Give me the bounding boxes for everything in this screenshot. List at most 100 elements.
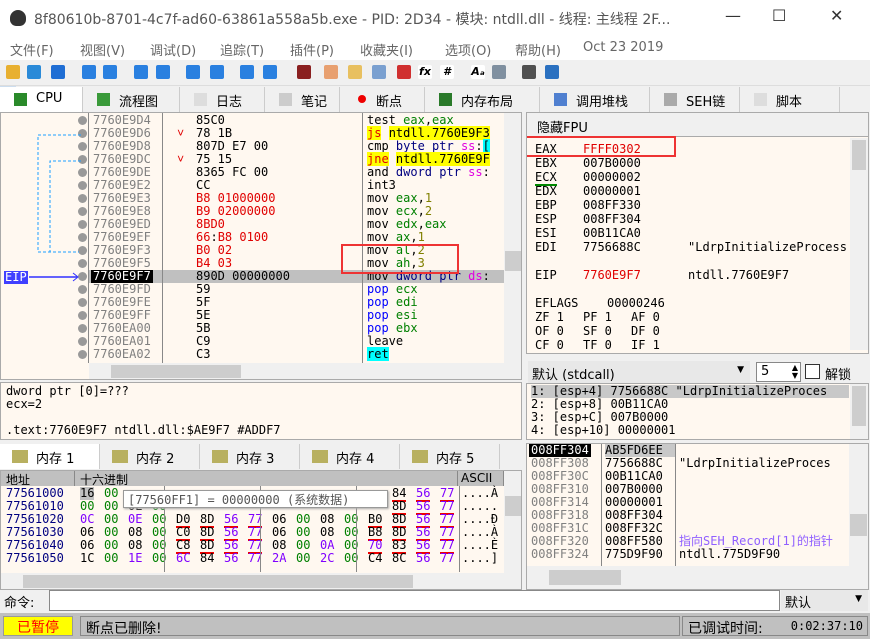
stack-arg-row[interactable]: 4: [esp+10] 00000001 bbox=[531, 424, 849, 437]
calculator-icon[interactable] bbox=[522, 65, 536, 79]
hex-byte[interactable]: 00 bbox=[104, 552, 118, 565]
hex-byte[interactable]: 00 bbox=[296, 552, 310, 565]
col-header-hex[interactable]: 十六进制 bbox=[75, 471, 458, 487]
hex-byte[interactable]: 56 bbox=[224, 552, 238, 565]
call-convention-select[interactable]: 默认 (stdcall) ▼ bbox=[528, 361, 750, 383]
registers-vscrollbar[interactable] bbox=[850, 138, 868, 350]
bookmark-icon[interactable] bbox=[397, 65, 411, 79]
menu-2[interactable]: 调试(D) bbox=[150, 40, 196, 59]
register-value[interactable]: 008FF330 bbox=[583, 199, 641, 212]
menu-1[interactable]: 视图(V) bbox=[80, 40, 125, 59]
trace-over-icon[interactable] bbox=[210, 65, 224, 79]
stack-hscrollbar[interactable] bbox=[527, 566, 868, 589]
hex-byte[interactable]: 56 bbox=[416, 552, 430, 565]
register-row[interactable]: ESI 00B11CA0 bbox=[535, 227, 855, 240]
hex-byte[interactable]: 2A bbox=[272, 552, 286, 565]
command-input[interactable] bbox=[49, 590, 780, 611]
hex-byte[interactable]: 8C bbox=[392, 552, 406, 565]
register-value[interactable]: 7760E9F7 bbox=[583, 269, 641, 282]
flag[interactable]: PF 1 bbox=[583, 311, 612, 324]
register-row[interactable]: EBX 007B0000 bbox=[535, 157, 855, 170]
comment-icon[interactable] bbox=[348, 65, 362, 79]
flag[interactable]: IF 1 bbox=[631, 339, 660, 352]
tab-tree[interactable]: 流程图 bbox=[83, 87, 180, 112]
trace-into-icon[interactable] bbox=[186, 65, 200, 79]
memory-hscrollbar[interactable] bbox=[1, 573, 521, 589]
memory-tab-3[interactable]: 内存 3 bbox=[200, 444, 300, 469]
registers-pane[interactable]: 隐藏FPU EAX FFFF0302 EBX 007B0000 ECX 00000002 E… bbox=[526, 112, 869, 354]
register-value[interactable]: 007B0000 bbox=[583, 157, 641, 170]
stack-args-pane[interactable]: 1: [esp+4] 7756688C "LdrpInitializeProce… bbox=[526, 383, 869, 440]
run-to-user-code-icon[interactable] bbox=[263, 65, 277, 79]
memory-tab-2[interactable]: 内存 2 bbox=[100, 444, 200, 469]
pause-icon[interactable] bbox=[103, 65, 117, 79]
flag[interactable]: CF 0 bbox=[535, 339, 564, 352]
globe-icon[interactable] bbox=[545, 65, 559, 79]
menu-5[interactable]: 收藏夹(I) bbox=[360, 40, 413, 59]
tab-breakpoint[interactable]: 断点 bbox=[340, 87, 425, 112]
col-header-address[interactable]: 地址 bbox=[1, 471, 75, 487]
minimize-button[interactable]: — bbox=[725, 6, 741, 25]
hide-fpu-button[interactable]: 隐藏FPU bbox=[527, 113, 868, 137]
register-value[interactable]: 00000001 bbox=[583, 185, 641, 198]
execute-till-return-icon[interactable] bbox=[240, 65, 254, 79]
register-value[interactable]: 00000246 bbox=[607, 297, 665, 310]
script-icon[interactable] bbox=[297, 65, 311, 79]
arg-count-spinner[interactable]: 5 ▲ ▼ bbox=[756, 362, 801, 382]
register-row[interactable]: EIP 7760E9F7 ntdll.7760E9F7 bbox=[535, 269, 855, 282]
menu-6[interactable]: 选项(O) bbox=[445, 40, 491, 59]
patch-icon[interactable] bbox=[324, 65, 338, 79]
register-row[interactable]: EFLAGS 00000246 bbox=[535, 297, 855, 310]
stack-vscrollbar[interactable] bbox=[849, 444, 868, 566]
disassembly-pane[interactable]: 7760E9D4 85C0 test eax,eax 7760E9D6 ˅ 78 1B js… bbox=[0, 112, 522, 380]
memory-tab-4[interactable]: 内存 4 bbox=[300, 444, 400, 469]
hex-byte[interactable]: 1E bbox=[128, 552, 142, 565]
hex-byte[interactable]: 6C bbox=[176, 552, 190, 565]
col-header-ascii[interactable]: ASCII bbox=[458, 471, 504, 486]
unlock-checkbox[interactable] bbox=[805, 364, 820, 379]
register-row[interactable]: ECX 00000002 bbox=[535, 171, 855, 186]
hex-byte[interactable]: 1C bbox=[80, 552, 94, 565]
register-row[interactable]: EDX 00000001 bbox=[535, 185, 855, 198]
run-icon[interactable] bbox=[82, 65, 96, 79]
step-over-icon[interactable] bbox=[156, 65, 170, 79]
memory-row[interactable]: 77561050 1C 00 1E 00 6C 84 56 77 2A 00 2C 00 C4 8C 56 77… bbox=[1, 552, 504, 565]
label-icon[interactable] bbox=[372, 65, 386, 79]
tab-notes[interactable]: 笔记 bbox=[265, 87, 340, 112]
menu-0[interactable]: 文件(F) bbox=[10, 40, 54, 59]
maximize-button[interactable]: ☐ bbox=[772, 6, 786, 25]
tab-log[interactable]: 日志 bbox=[180, 87, 265, 112]
device-icon[interactable] bbox=[492, 65, 506, 79]
flag[interactable]: OF 0 bbox=[535, 325, 564, 338]
tab-memory-map[interactable]: 内存布局 bbox=[425, 87, 540, 112]
hex-byte[interactable]: 77 bbox=[440, 552, 454, 565]
hex-byte[interactable]: C4 bbox=[368, 552, 382, 565]
flag[interactable]: TF 0 bbox=[583, 339, 612, 352]
tab-call-stack[interactable]: 调用堆栈 bbox=[540, 87, 650, 112]
spinner-arrows-icon[interactable]: ▲ ▼ bbox=[792, 364, 798, 380]
memory-tab-1[interactable]: 内存 1 bbox=[0, 444, 100, 469]
register-row[interactable]: ESP 008FF304 bbox=[535, 213, 855, 226]
memory-vscrollbar[interactable] bbox=[504, 471, 521, 573]
hash-icon[interactable]: # bbox=[440, 65, 454, 79]
register-row[interactable]: EDI 7756688C "LdrpInitializeProcess bbox=[535, 241, 855, 254]
stack-pane[interactable]: 008FF304 AB5FD6EE 008FF308 7756688C "LdrpIni… bbox=[526, 443, 869, 590]
register-value[interactable]: 00B11CA0 bbox=[583, 227, 641, 240]
menu-3[interactable]: 追踪(T) bbox=[220, 40, 264, 59]
disasm-vscrollbar[interactable] bbox=[504, 113, 521, 363]
tab-cpu[interactable]: CPU bbox=[0, 87, 83, 112]
step-into-icon[interactable] bbox=[134, 65, 148, 79]
menu-7[interactable]: 帮助(H) bbox=[515, 40, 561, 59]
tab-script[interactable]: 脚本 bbox=[740, 87, 840, 112]
font-icon[interactable]: Aₐ bbox=[471, 65, 485, 79]
open-icon[interactable] bbox=[6, 65, 20, 79]
disasm-hscrollbar[interactable] bbox=[89, 363, 521, 379]
stop-icon[interactable] bbox=[51, 65, 65, 79]
flag[interactable]: DF 0 bbox=[631, 325, 660, 338]
stack-row[interactable]: 008FF324 775D9F90 ntdll.775D9F90 bbox=[527, 548, 849, 561]
flag[interactable]: ZF 1 bbox=[535, 311, 564, 324]
register-row[interactable]: EBP 008FF330 bbox=[535, 199, 855, 212]
flag[interactable]: AF 0 bbox=[631, 311, 660, 324]
register-value[interactable]: 00000002 bbox=[583, 171, 641, 184]
register-value[interactable]: 008FF304 bbox=[583, 213, 641, 226]
